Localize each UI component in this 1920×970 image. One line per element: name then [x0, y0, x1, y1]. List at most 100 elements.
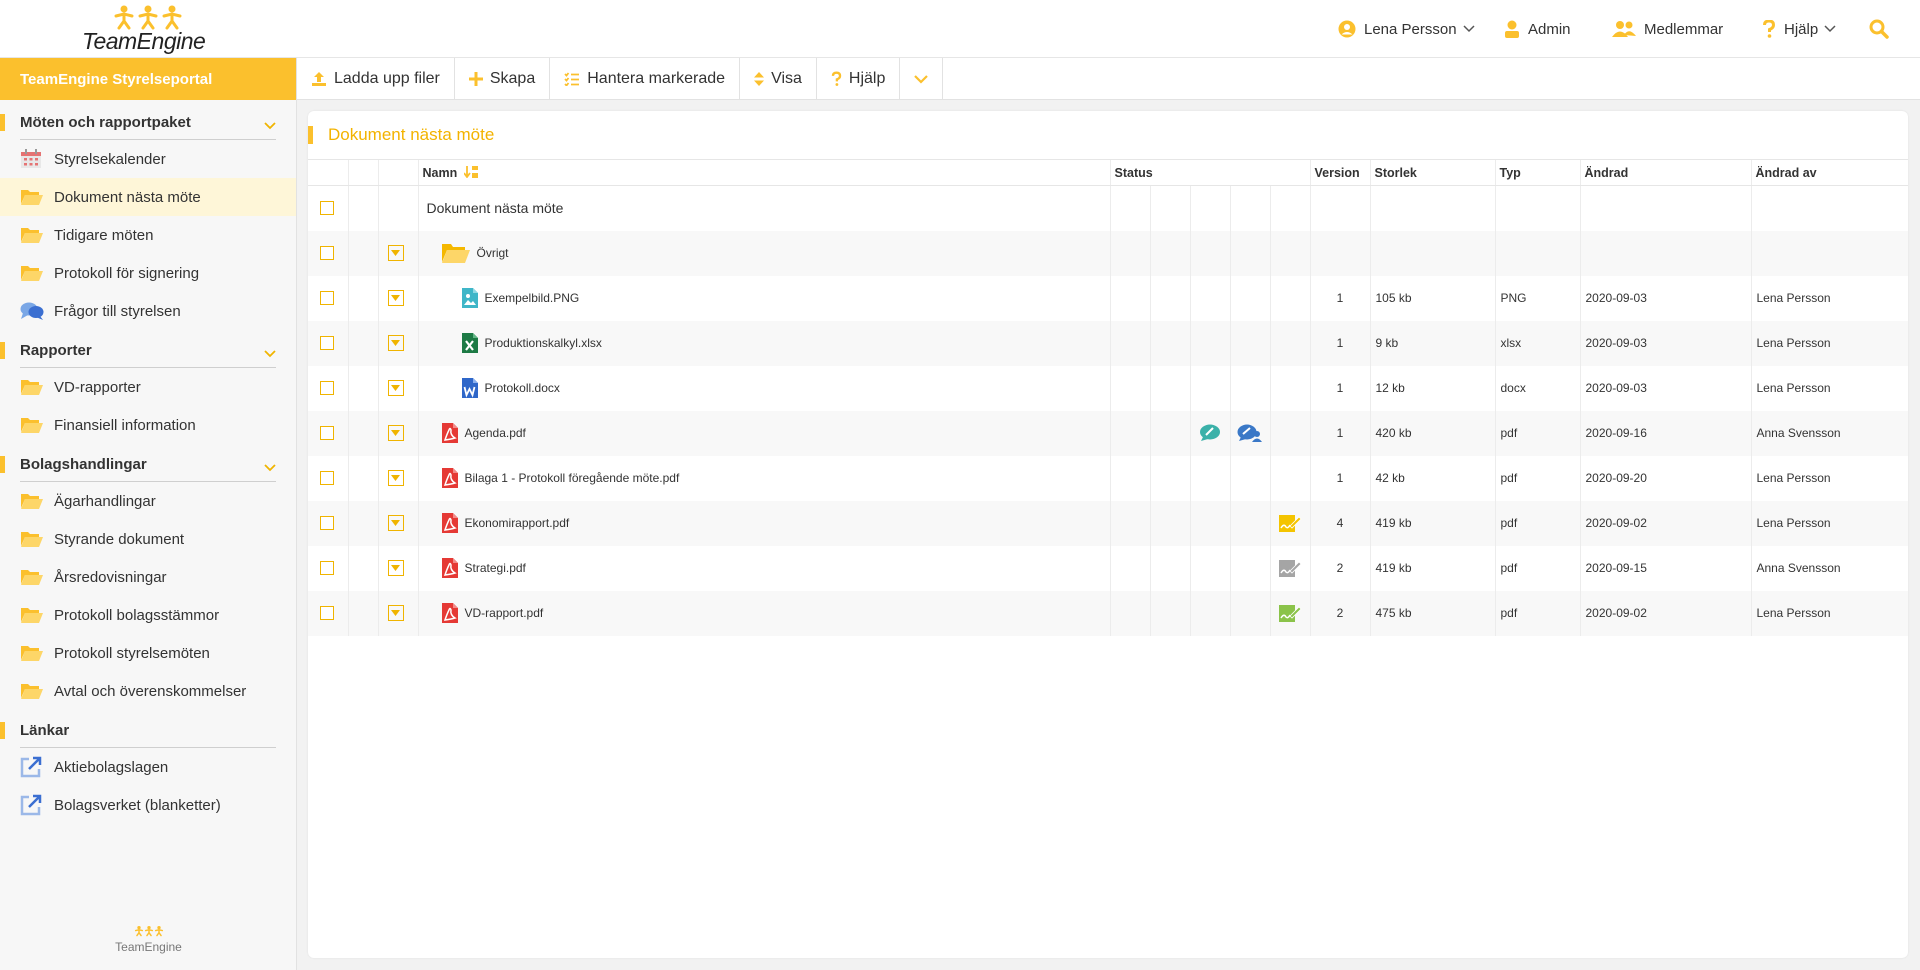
- row-checkbox[interactable]: [320, 336, 334, 350]
- row-menu-dropdown[interactable]: [387, 605, 404, 621]
- sidebar-item-label: Frågor till styrelsen: [54, 302, 181, 320]
- file-name-cell[interactable]: Strategi.pdf: [423, 557, 1110, 579]
- file-name-cell[interactable]: Protokoll.docx: [423, 377, 1110, 399]
- portal-title[interactable]: TeamEngine Styrelseportal: [0, 58, 296, 100]
- logo[interactable]: TeamEngine: [82, 4, 212, 54]
- sidebar-item-styrande-dokument[interactable]: Styrande dokument: [0, 520, 296, 558]
- table-row[interactable]: Strategi.pdf 2 419 kb pdf 2020-09-15 Anna Sve…: [308, 545, 1908, 591]
- column-header-size[interactable]: Storlek: [1369, 159, 1495, 186]
- column-header-type[interactable]: Typ: [1494, 159, 1580, 186]
- more-button[interactable]: [900, 58, 944, 100]
- file-name-cell[interactable]: Ekonomirapport.pdf: [423, 512, 1110, 534]
- sidebar: TeamEngine Styrelseportal Möten och rapp…: [0, 58, 297, 970]
- cell-version: 1: [1336, 426, 1344, 440]
- sidebar-item-tidigare-moten[interactable]: Tidigare möten: [0, 216, 296, 254]
- table-row[interactable]: Ekonomirapport.pdf 4 419 kb pdf 2020-09-02 Le…: [308, 500, 1908, 546]
- file-name-cell[interactable]: Bilaga 1 - Protokoll föregående möte.pdf: [423, 467, 1110, 489]
- chevron-down-icon[interactable]: [264, 345, 276, 362]
- sidebar-item-dokument-nasta-mote[interactable]: Dokument nästa möte: [0, 178, 296, 216]
- cell-type: pdf: [1500, 606, 1518, 620]
- table-row[interactable]: VD-rapport.pdf 2 475 kb pdf 2020-09-02 Lena P…: [308, 590, 1908, 636]
- sidebar-item-protokoll-for-signering[interactable]: Protokoll för signering: [0, 254, 296, 292]
- upload-files-button[interactable]: Ladda upp filer: [297, 58, 455, 100]
- sidebar-item-styrelsekalender[interactable]: Styrelsekalender: [0, 140, 296, 178]
- row-checkbox[interactable]: [320, 246, 334, 260]
- folder-open-icon: [20, 568, 54, 586]
- row-menu-dropdown[interactable]: [387, 335, 404, 351]
- table-body: Dokument nästa möte Övrigt Exempelbild.PN…: [308, 185, 1908, 636]
- table-row[interactable]: Exempelbild.PNG 1 105 kb PNG 2020-09-03 Lena …: [308, 275, 1908, 321]
- pdf-file-icon: [441, 602, 465, 624]
- chevron-down-icon[interactable]: [264, 117, 276, 134]
- table-row[interactable]: Produktionskalkyl.xlsx 1 9 kb xlsx 2020-09-0…: [308, 320, 1908, 366]
- chevron-down-icon[interactable]: [264, 459, 276, 476]
- row-checkbox[interactable]: [320, 606, 334, 620]
- sidebar-item-avtal-och-overenskommelser[interactable]: Avtal och överenskommelser: [0, 672, 296, 710]
- toolbar-help-button[interactable]: Hjälp: [817, 58, 901, 100]
- row-checkbox[interactable]: [320, 201, 334, 216]
- row-checkbox[interactable]: [320, 516, 334, 530]
- user-menu[interactable]: Lena Persson: [1338, 0, 1475, 58]
- sidebar-item-vd-rapporter[interactable]: VD-rapporter: [0, 368, 296, 406]
- sidebar-item-fragor-till-styrelsen[interactable]: Frågor till styrelsen: [0, 292, 296, 330]
- manage-selected-button[interactable]: Hantera markerade: [550, 58, 741, 100]
- cell-type: docx: [1500, 381, 1526, 395]
- sidebar-item-arsredovisningar[interactable]: Årsredovisningar: [0, 558, 296, 596]
- admin-link[interactable]: Admin: [1504, 0, 1571, 58]
- table-row[interactable]: Bilaga 1 - Protokoll föregående möte.pdf…: [308, 455, 1908, 501]
- cell-modified: 2020-09-02: [1585, 516, 1647, 530]
- members-link[interactable]: Medlemmar: [1612, 0, 1723, 58]
- sidebar-item-label: Ägarhandlingar: [54, 492, 156, 510]
- row-checkbox[interactable]: [320, 471, 334, 485]
- sidebar-section-lankar[interactable]: Länkar: [0, 712, 296, 748]
- file-name-cell[interactable]: Övrigt: [423, 242, 1110, 264]
- column-header-version[interactable]: Version: [1309, 159, 1370, 186]
- row-menu-dropdown[interactable]: [387, 380, 404, 396]
- cell-modified: 2020-09-03: [1585, 381, 1647, 395]
- sidebar-section-bolagshandlingar[interactable]: Bolagshandlingar: [0, 446, 296, 482]
- sidebar-item-agarhandlingar[interactable]: Ägarhandlingar: [0, 482, 296, 520]
- create-button[interactable]: Skapa: [455, 58, 551, 100]
- table-row[interactable]: Övrigt: [308, 230, 1908, 276]
- row-checkbox[interactable]: [320, 426, 334, 440]
- sidebar-item-protokoll-styrelsemoten[interactable]: Protokoll styrelsemöten: [0, 634, 296, 672]
- file-name-cell[interactable]: Produktionskalkyl.xlsx: [423, 332, 1110, 354]
- section-divider: [20, 367, 276, 368]
- sidebar-item-aktiebolagslagen[interactable]: Aktiebolagslagen: [0, 748, 296, 786]
- sign-yellow-icon[interactable]: [1271, 513, 1310, 533]
- file-name-cell[interactable]: Exempelbild.PNG: [423, 287, 1110, 309]
- table-row[interactable]: Agenda.pdf 1 420 kb pdf 2020-09-16 Anna Svens…: [308, 410, 1908, 456]
- column-header-modified[interactable]: Ändrad: [1579, 159, 1751, 186]
- row-menu-dropdown[interactable]: [387, 245, 404, 261]
- column-header-status[interactable]: Status: [1109, 159, 1310, 186]
- row-menu-dropdown[interactable]: [387, 560, 404, 576]
- sidebar-section-rapporter[interactable]: Rapporter: [0, 332, 296, 368]
- sidebar-item-label: Styrelsekalender: [54, 150, 166, 168]
- sign-green-icon[interactable]: [1271, 603, 1310, 623]
- view-button[interactable]: Visa: [740, 58, 817, 100]
- row-checkbox[interactable]: [320, 381, 334, 395]
- cell-version: 1: [1336, 381, 1344, 395]
- sidebar-item-finansiell-information[interactable]: Finansiell information: [0, 406, 296, 444]
- file-name: Bilaga 1 - Protokoll föregående möte.pdf: [464, 471, 680, 485]
- table-row[interactable]: Protokoll.docx 1 12 kb docx 2020-09-03 Lena P…: [308, 365, 1908, 411]
- column-header-modified-by[interactable]: Ändrad av: [1750, 159, 1908, 186]
- help-menu[interactable]: Hjälp: [1762, 0, 1836, 58]
- comments-group-icon[interactable]: [1231, 424, 1270, 442]
- column-header-name[interactable]: Namn: [417, 159, 1110, 186]
- sidebar-item-protokoll-bolagsstammor[interactable]: Protokoll bolagsstämmor: [0, 596, 296, 634]
- cell-version: 2: [1336, 606, 1344, 620]
- row-menu-dropdown[interactable]: [387, 515, 404, 531]
- search-button[interactable]: [1869, 0, 1897, 58]
- row-checkbox[interactable]: [320, 561, 334, 575]
- sidebar-item-bolagsverket-blanketter[interactable]: Bolagsverket (blanketter): [0, 786, 296, 824]
- file-name-cell[interactable]: VD-rapport.pdf: [423, 602, 1110, 624]
- row-checkbox[interactable]: [320, 291, 334, 305]
- row-menu-dropdown[interactable]: [387, 425, 404, 441]
- row-menu-dropdown[interactable]: [387, 470, 404, 486]
- sidebar-section-moten-och-rapportpaket[interactable]: Möten och rapportpaket: [0, 104, 296, 140]
- row-menu-dropdown[interactable]: [387, 290, 404, 306]
- comment-icon[interactable]: [1191, 424, 1230, 442]
- sign-gray-icon[interactable]: [1271, 558, 1310, 578]
- file-name-cell[interactable]: Agenda.pdf: [423, 422, 1110, 444]
